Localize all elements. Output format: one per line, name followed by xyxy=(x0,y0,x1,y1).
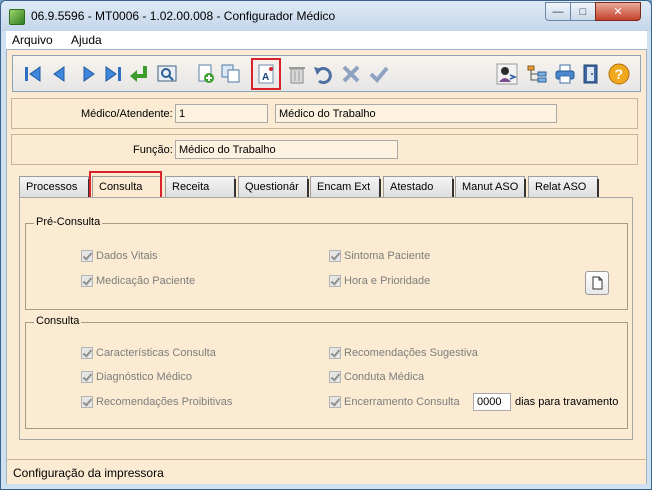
window-title: 06.9.5596 - MT0006 - 1.02.00.008 - Confi… xyxy=(31,9,336,23)
document-icon xyxy=(592,276,603,290)
funcao-field: Médico do Trabalho xyxy=(175,140,398,159)
previous-record-icon[interactable] xyxy=(47,62,71,86)
checkbox-recomendacoes-sugestiva-label: Recomendações Sugestiva xyxy=(344,347,478,359)
consulta-title: Consulta xyxy=(34,315,82,327)
document-button[interactable] xyxy=(585,271,609,295)
checkbox-diagnostico-medico-label: Diagnóstico Médico xyxy=(96,371,192,383)
tab-processos[interactable]: Processos xyxy=(19,176,90,199)
checkbox-dados-vitais-label: Dados Vitais xyxy=(96,250,158,262)
next-record-icon[interactable] xyxy=(77,62,101,86)
funcao-panel: Função: Médico do Trabalho xyxy=(11,134,638,165)
medico-code-field[interactable]: 1 xyxy=(175,104,268,123)
user-icon[interactable] xyxy=(495,62,519,86)
menu-arquivo[interactable]: Arquivo xyxy=(12,33,53,47)
tab-content-consulta: Pré-Consulta Dados Vitais Medicação Paci… xyxy=(19,197,633,440)
checkbox-medicacao-paciente-box xyxy=(81,275,93,287)
application-window: 06.9.5596 - MT0006 - 1.02.00.008 - Confi… xyxy=(0,0,652,490)
checkbox-recomendacoes-sugestiva-box xyxy=(329,347,341,359)
undo-icon[interactable] xyxy=(311,62,335,86)
confirm-icon[interactable] xyxy=(367,62,391,86)
checkbox-hora-prioridade-box xyxy=(329,275,341,287)
return-icon[interactable] xyxy=(127,62,151,86)
pre-consulta-title: Pré-Consulta xyxy=(34,216,103,228)
copy-icon[interactable] xyxy=(219,62,243,86)
checkbox-dados-vitais: Dados Vitais xyxy=(81,250,158,262)
preview-icon[interactable] xyxy=(155,62,179,86)
checkbox-conduta-medica-box xyxy=(329,371,341,383)
maximize-button[interactable]: □ xyxy=(570,2,596,21)
dias-travamento-input[interactable]: 0000 xyxy=(473,393,511,411)
medico-name-field: Médico do Trabalho xyxy=(275,104,557,123)
toolbar: A ? xyxy=(12,55,641,92)
tab-consulta[interactable]: Consulta xyxy=(92,176,162,199)
checkbox-recomendacoes-proibitivas-box xyxy=(81,396,93,408)
checkbox-encerramento-consulta-label: Encerramento Consulta xyxy=(344,396,460,408)
checkbox-encerramento-consulta: Encerramento Consulta xyxy=(329,396,460,408)
tab-manut-aso[interactable]: Manut ASO xyxy=(455,176,526,199)
tab-encam-ext[interactable]: Encam Ext xyxy=(310,176,381,199)
title-bar: 06.9.5596 - MT0006 - 1.02.00.008 - Confi… xyxy=(1,1,651,31)
client-area: A ? Médico/Atendente: 1 Médico do Trabal… xyxy=(6,49,647,484)
checkbox-sintoma-paciente: Sintoma Paciente xyxy=(329,250,430,262)
exit-icon[interactable] xyxy=(579,62,603,86)
minimize-button[interactable]: — xyxy=(545,2,571,21)
tree-icon[interactable] xyxy=(525,62,549,86)
tab-atestado[interactable]: Atestado xyxy=(383,176,454,199)
print-settings-icon[interactable]: A xyxy=(251,58,281,90)
checkbox-recomendacoes-proibitivas-label: Recomendações Proibitivas xyxy=(96,396,233,408)
checkbox-recomendacoes-proibitivas: Recomendações Proibitivas xyxy=(81,396,232,408)
checkbox-dados-vitais-box xyxy=(81,250,93,262)
checkbox-sintoma-paciente-box xyxy=(329,250,341,262)
checkbox-encerramento-consulta-box xyxy=(329,396,341,408)
printer-icon[interactable] xyxy=(553,62,577,86)
checkbox-conduta-medica: Conduta Médica xyxy=(329,371,424,383)
tab-receita[interactable]: Receita xyxy=(165,176,236,199)
medico-panel: Médico/Atendente: 1 Médico do Trabalho xyxy=(11,98,638,129)
svg-text:A: A xyxy=(262,72,269,83)
checkbox-hora-prioridade-label: Hora e Prioridade xyxy=(344,275,431,287)
cancel-icon[interactable] xyxy=(339,62,363,86)
checkbox-caracteristicas-consulta-box xyxy=(81,347,93,359)
checkbox-hora-prioridade: Hora e Prioridade xyxy=(329,275,430,287)
checkbox-diagnostico-medico-box xyxy=(81,371,93,383)
checkbox-conduta-medica-label: Conduta Médica xyxy=(344,371,425,383)
menu-ajuda[interactable]: Ajuda xyxy=(71,33,102,47)
help-icon[interactable]: ? xyxy=(607,62,631,86)
checkbox-diagnostico-medico: Diagnóstico Médico xyxy=(81,371,192,383)
add-icon[interactable] xyxy=(193,62,217,86)
checkbox-caracteristicas-consulta: Características Consulta xyxy=(81,347,216,359)
close-button[interactable]: ✕ xyxy=(595,2,641,21)
checkbox-caracteristicas-consulta-label: Características Consulta xyxy=(96,347,216,359)
dias-travamento-label: dias para travamento xyxy=(515,396,619,408)
checkbox-sintoma-paciente-label: Sintoma Paciente xyxy=(344,250,431,262)
tab-relat-aso[interactable]: Relat ASO xyxy=(528,176,599,199)
checkbox-medicacao-paciente: Medicação Paciente xyxy=(81,275,195,287)
tab-questionario[interactable]: Questionár xyxy=(238,176,309,199)
medico-label: Médico/Atendente: xyxy=(81,108,173,120)
last-record-icon[interactable] xyxy=(101,62,125,86)
delete-icon[interactable] xyxy=(285,62,309,86)
menu-bar: Arquivo Ajuda xyxy=(6,31,647,49)
help-icon-glyph: ? xyxy=(615,66,624,82)
app-icon xyxy=(9,9,25,25)
funcao-label: Função: xyxy=(133,144,173,156)
checkbox-recomendacoes-sugestiva: Recomendações Sugestiva xyxy=(329,347,478,359)
pre-consulta-group: Pré-Consulta Dados Vitais Medicação Paci… xyxy=(25,216,628,310)
consulta-group: Consulta Características Consulta Diagnó… xyxy=(25,315,628,429)
status-bar: Configuração da impressora xyxy=(7,459,646,484)
checkbox-medicacao-paciente-label: Medicação Paciente xyxy=(96,275,196,287)
first-record-icon[interactable] xyxy=(21,62,45,86)
